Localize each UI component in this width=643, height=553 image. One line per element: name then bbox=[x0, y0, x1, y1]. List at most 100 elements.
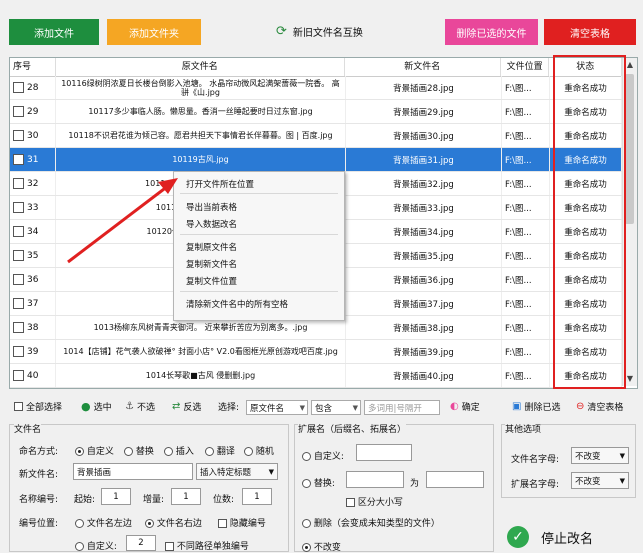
row-checkbox[interactable] bbox=[13, 82, 24, 93]
naming-translate-radio[interactable]: 翻译 bbox=[205, 444, 235, 457]
radio-off-icon bbox=[164, 447, 173, 456]
field-select[interactable]: 原文件名 ▼ bbox=[246, 400, 308, 415]
swap-names-button[interactable]: ⟳ 新旧文件名互换 bbox=[276, 24, 363, 39]
chevron-down-icon: ▼ bbox=[619, 476, 625, 485]
ext-replace-to-input[interactable] bbox=[426, 471, 484, 488]
hide-number-checkbox[interactable]: 隐藏编号 bbox=[218, 516, 266, 529]
row-checkbox[interactable] bbox=[13, 154, 24, 165]
table-row[interactable]: 31 10119古风.jpg 背景插画31.jpg F:\图... 重命名成功 bbox=[10, 148, 622, 172]
row-index: 35 bbox=[27, 250, 39, 261]
invert-button[interactable]: ⇄ 反选 bbox=[172, 400, 201, 413]
naming-random-radio[interactable]: 随机 bbox=[244, 444, 274, 457]
stop-rename-button[interactable]: ✓ 停止改名 bbox=[507, 526, 593, 548]
menu-open-location[interactable]: 打开文件所在位置 bbox=[186, 178, 254, 190]
digits-input[interactable]: 1 bbox=[242, 488, 272, 505]
chevron-down-icon: ▼ bbox=[352, 403, 358, 412]
row-checkbox[interactable] bbox=[13, 346, 24, 357]
position-right-radio[interactable]: 文件名右边 bbox=[145, 516, 202, 529]
radio-on-icon bbox=[145, 519, 154, 528]
check-circle-icon: ✓ bbox=[507, 526, 529, 548]
row-index-cell[interactable]: 31 bbox=[10, 148, 56, 171]
position-left-radio[interactable]: 文件名左边 bbox=[75, 516, 132, 529]
naming-insert-radio[interactable]: 插入 bbox=[164, 444, 194, 457]
select-all-checkbox[interactable]: 全部选择 bbox=[14, 400, 62, 413]
row-index-cell[interactable]: 37 bbox=[10, 292, 56, 315]
diff-path-checkbox[interactable]: 不同路径单独编号 bbox=[165, 539, 249, 552]
naming-custom-radio[interactable]: 自定义 bbox=[75, 444, 114, 457]
ext-replace-radio[interactable]: 替换: bbox=[302, 476, 335, 489]
header-location[interactable]: 文件位置 bbox=[501, 58, 550, 76]
start-input[interactable]: 1 bbox=[101, 488, 131, 505]
row-index: 36 bbox=[27, 274, 39, 285]
insert-feature-select[interactable]: 插入特定标题 ▼ bbox=[196, 463, 278, 480]
row-index-cell[interactable]: 29 bbox=[10, 100, 56, 123]
table-row[interactable]: 30 10118不识君花谁为倾己容。愿君共担天下事情君长伴暮暮。图 | 百度.jp… bbox=[10, 124, 622, 148]
table-row[interactable]: 28 10116绿树阴浓夏日长楼台倒影入池塘。 水晶帘动微风起满架蔷薇一院香。 高… bbox=[10, 76, 622, 100]
row-index-cell[interactable]: 35 bbox=[10, 244, 56, 267]
position-custom-radio[interactable]: 自定义: bbox=[75, 539, 117, 552]
case-sensitive-checkbox[interactable]: 区分大小写 bbox=[346, 495, 403, 508]
add-file-button[interactable]: 添加文件 bbox=[9, 19, 99, 45]
menu-import-rename[interactable]: 导入数据改名 bbox=[186, 218, 237, 230]
row-index-cell[interactable]: 34 bbox=[10, 220, 56, 243]
row-index-cell[interactable]: 39 bbox=[10, 340, 56, 363]
menu-export-table[interactable]: 导出当前表格 bbox=[186, 201, 237, 213]
ext-custom-radio[interactable]: 自定义: bbox=[302, 449, 344, 462]
increment-input[interactable]: 1 bbox=[171, 488, 201, 505]
clear-table-small-button[interactable]: ⊖ 清空表格 bbox=[576, 400, 623, 413]
naming-replace-radio[interactable]: 替换 bbox=[124, 444, 154, 457]
row-index: 38 bbox=[27, 322, 39, 333]
menu-copy-new-name[interactable]: 复制新文件名 bbox=[186, 258, 237, 270]
name-case-select[interactable]: 不改变 ▼ bbox=[571, 447, 629, 464]
row-index-cell[interactable]: 33 bbox=[10, 196, 56, 219]
match-select[interactable]: 包含 ▼ bbox=[311, 400, 361, 415]
add-folder-button[interactable]: 添加文件夹 bbox=[107, 19, 201, 45]
scroll-thumb[interactable] bbox=[625, 74, 634, 224]
ext-delete-radio[interactable]: 删除（会变成未知类型的文件） bbox=[302, 516, 440, 529]
ext-case-select[interactable]: 不改变 ▼ bbox=[571, 472, 629, 489]
custom-position-input[interactable]: 2 bbox=[126, 535, 156, 551]
row-checkbox[interactable] bbox=[13, 130, 24, 141]
swap-label: 新旧文件名互换 bbox=[292, 28, 363, 39]
menu-copy-location[interactable]: 复制文件位置 bbox=[186, 275, 237, 287]
row-checkbox[interactable] bbox=[13, 274, 24, 285]
row-checkbox[interactable] bbox=[13, 370, 24, 381]
clear-table-button[interactable]: 清空表格 bbox=[544, 19, 636, 45]
table-row[interactable]: 39 1014【店铺】花气袭人欲破禅° 封面小店° V2.0看图框光原创游戏吧百度… bbox=[10, 340, 622, 364]
confirm-button[interactable]: ◐ 确定 bbox=[450, 400, 480, 413]
row-checkbox[interactable] bbox=[13, 202, 24, 213]
ext-replace-from-input[interactable] bbox=[346, 471, 404, 488]
new-name-label: 新文件名: bbox=[19, 470, 59, 480]
menu-copy-original-name[interactable]: 复制原文件名 bbox=[186, 241, 237, 253]
table-row[interactable]: 40 1014长琴歌■古风 侵删删.jpg 背景插画40.jpg F:\图... 重命名… bbox=[10, 364, 622, 388]
header-new-name[interactable]: 新文件名 bbox=[345, 58, 501, 76]
row-checkbox[interactable] bbox=[13, 298, 24, 309]
table-row[interactable]: 29 10117多少事临人肠。懒思量。香消一丝睡起要时日过东窗.jpg 背景插画29… bbox=[10, 100, 622, 124]
row-checkbox[interactable] bbox=[13, 178, 24, 189]
keyword-input[interactable]: 多词用|号隔开 bbox=[364, 400, 440, 415]
deselect-button[interactable]: ⚓ 不选 bbox=[125, 400, 155, 413]
new-name-cell: 背景插画40.jpg bbox=[346, 364, 502, 387]
row-index-cell[interactable]: 36 bbox=[10, 268, 56, 291]
row-index: 37 bbox=[27, 298, 39, 309]
delete-selected-files-button[interactable]: 删除已选的文件 bbox=[445, 19, 538, 45]
menu-clear-spaces[interactable]: 清除新文件名中的所有空格 bbox=[186, 298, 288, 310]
location-cell: F:\图... bbox=[502, 172, 550, 195]
select-button[interactable]: ● 选中 bbox=[81, 400, 112, 413]
ext-custom-input[interactable] bbox=[356, 444, 412, 461]
row-checkbox[interactable] bbox=[13, 226, 24, 237]
row-checkbox[interactable] bbox=[13, 250, 24, 261]
header-index[interactable]: 序号 bbox=[10, 58, 56, 76]
row-index-cell[interactable]: 30 bbox=[10, 124, 56, 147]
row-checkbox[interactable] bbox=[13, 106, 24, 117]
new-name-input[interactable]: 背景插画 bbox=[73, 463, 193, 480]
row-index-cell[interactable]: 38 bbox=[10, 316, 56, 339]
row-index-cell[interactable]: 40 bbox=[10, 364, 56, 387]
confirm-label: 确定 bbox=[461, 403, 480, 413]
row-index-cell[interactable]: 28 bbox=[10, 76, 56, 99]
row-index-cell[interactable]: 32 bbox=[10, 172, 56, 195]
header-original-name[interactable]: 原文件名 bbox=[56, 58, 345, 76]
row-checkbox[interactable] bbox=[13, 322, 24, 333]
ext-no-change-radio[interactable]: 不改变 bbox=[302, 540, 341, 553]
delete-selected-button[interactable]: ▣ 删除已选 bbox=[512, 400, 560, 413]
